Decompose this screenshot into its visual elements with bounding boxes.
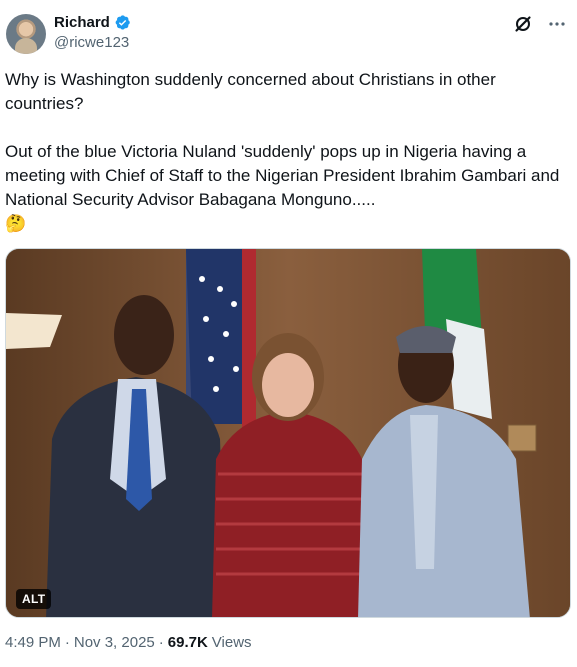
tweet-paragraph-2: Out of the blue Victoria Nuland 'suddenl…	[5, 142, 560, 209]
tweet-text: Why is Washington suddenly concerned abo…	[5, 68, 565, 236]
tweet-header: Richard @ricwe123	[6, 12, 567, 56]
tweet-time[interactable]: 4:49 PM	[5, 634, 61, 651]
meta-separator: ·	[64, 634, 70, 651]
header-actions	[513, 14, 567, 34]
more-icon[interactable]	[547, 14, 567, 34]
tweet-paragraph-1: Why is Washington suddenly concerned abo…	[5, 70, 496, 113]
us-flag	[186, 249, 256, 429]
author-name-row: Richard	[54, 14, 131, 31]
meta-separator: ·	[158, 634, 164, 651]
verified-badge-icon	[115, 15, 130, 30]
tweet-photo[interactable]: ALT	[5, 248, 571, 618]
author-name[interactable]: Richard	[54, 14, 110, 31]
tweet-date[interactable]: Nov 3, 2025	[74, 634, 155, 651]
alt-badge[interactable]: ALT	[16, 589, 52, 609]
tweet-meta: 4:49 PM · Nov 3, 2025 · 69.7K Views	[5, 634, 252, 651]
photo-illustration	[6, 249, 570, 617]
grok-icon[interactable]	[513, 14, 533, 34]
author-handle[interactable]: @ricwe123	[54, 34, 129, 51]
thinking-face-emoji: 🤔	[5, 214, 27, 233]
views-count: 69.7K	[167, 634, 208, 651]
views-label: Views	[211, 634, 252, 651]
author-avatar[interactable]	[6, 14, 46, 54]
